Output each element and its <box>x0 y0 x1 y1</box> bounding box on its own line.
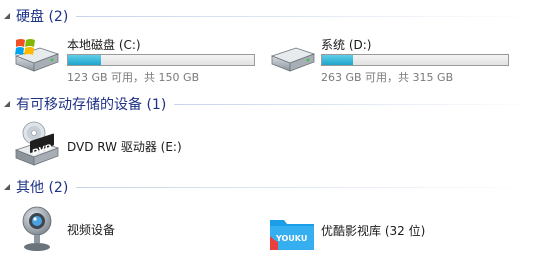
dvd-drive-label: DVD RW 驱动器 (E:) <box>67 140 182 154</box>
group-divider <box>174 103 539 105</box>
group-divider <box>76 15 539 17</box>
dvd-drive-icon: DVD <box>14 121 60 166</box>
dvd-drive[interactable]: DVD DVD RW 驱动器 (E:) <box>12 120 262 170</box>
video-device[interactable]: 视频设备 <box>18 205 238 255</box>
drive-label: 系统 (D:) <box>321 38 372 52</box>
youku-icon-text: YOUKU <box>275 234 307 243</box>
drive-usage-bar <box>67 54 255 66</box>
group-title: 其他 (2) <box>16 180 69 196</box>
group-header-hard-disks[interactable]: 硬盘 (2) <box>0 7 543 25</box>
group-title: 有可移动存储的设备 (1) <box>16 97 167 113</box>
group-divider <box>76 186 539 188</box>
drive-d[interactable]: 系统 (D:) 263 GB 可用，共 315 GB <box>268 32 518 84</box>
drive-space-text: 123 GB 可用，共 150 GB <box>67 71 200 84</box>
collapse-arrow-icon[interactable] <box>4 101 10 107</box>
video-device-label: 视频设备 <box>67 223 116 237</box>
drive-usage-fill <box>68 55 102 65</box>
collapse-arrow-icon[interactable] <box>4 13 10 19</box>
drive-label: 本地磁盘 (C:) <box>67 38 141 52</box>
drive-space-text: 263 GB 可用，共 315 GB <box>321 71 454 84</box>
hard-drive-windows-icon <box>14 39 60 72</box>
group-header-removable[interactable]: 有可移动存储的设备 (1) <box>0 95 543 113</box>
drive-c[interactable]: 本地磁盘 (C:) 123 GB 可用，共 150 GB <box>12 32 262 84</box>
collapse-arrow-icon[interactable] <box>4 184 10 190</box>
hard-drive-icon <box>270 47 316 72</box>
drive-usage-fill <box>322 55 353 65</box>
youku-library-label: 优酷影视库 (32 位) <box>321 224 426 238</box>
group-header-other[interactable]: 其他 (2) <box>0 178 543 196</box>
group-title: 硬盘 (2) <box>16 9 69 25</box>
webcam-icon <box>22 206 52 251</box>
drive-usage-bar <box>321 54 509 66</box>
youku-library[interactable]: YOUKU 优酷影视库 (32 位) <box>268 212 518 257</box>
youku-folder-icon: YOUKU <box>270 220 314 250</box>
